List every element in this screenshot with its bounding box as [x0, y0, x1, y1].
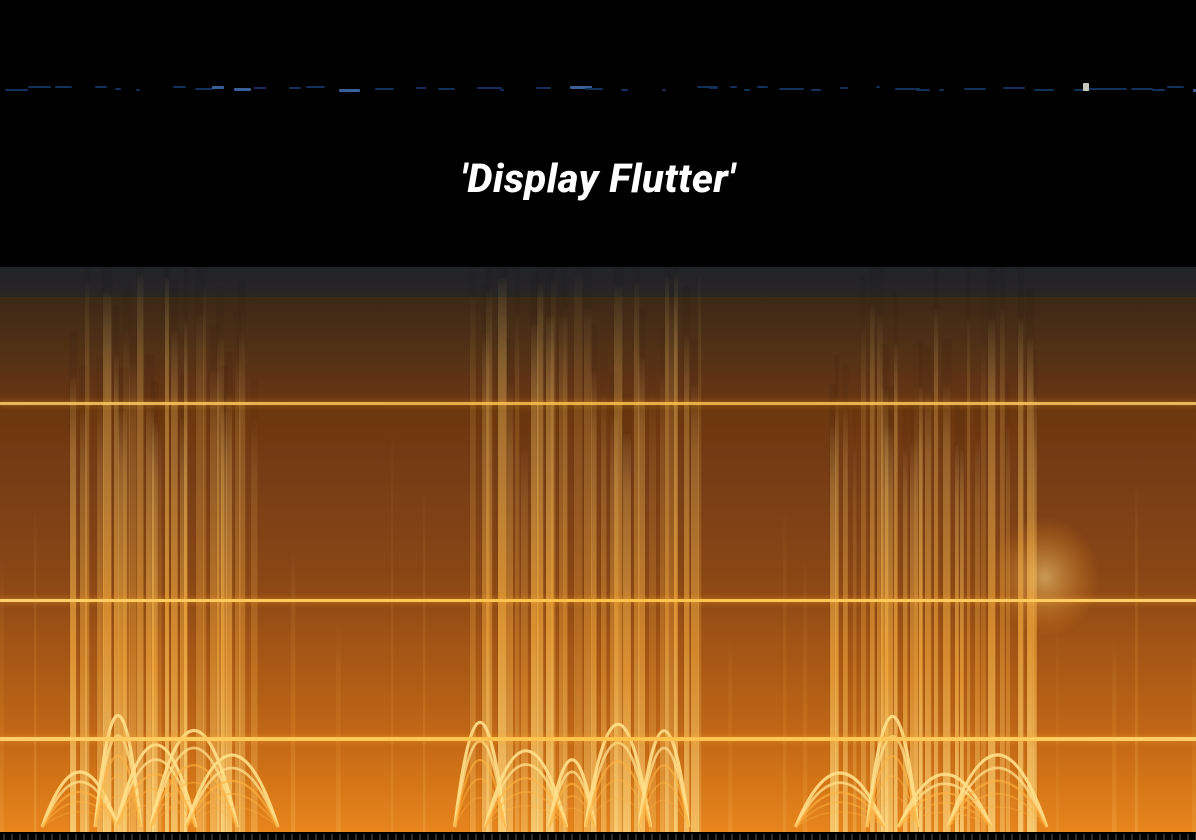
harmonic-line-1: [0, 402, 1196, 405]
spectrogram-display: [0, 267, 1196, 832]
harmonic-line-2: [0, 599, 1196, 602]
screenshot-stage: 'Display Flutter': [0, 0, 1196, 840]
overlay-title: 'Display Flutter': [0, 155, 1196, 202]
timeline-strip: [0, 834, 1196, 840]
top-noise-band: [0, 78, 1196, 98]
harmonic-line-3: [0, 737, 1196, 741]
